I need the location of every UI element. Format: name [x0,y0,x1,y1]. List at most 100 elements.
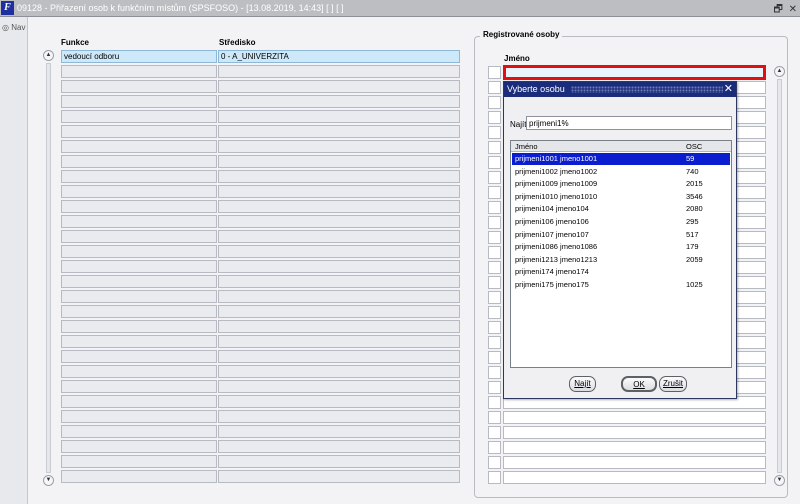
stredisko-cell[interactable] [218,305,460,318]
funkce-cell[interactable] [61,215,217,228]
person-list[interactable]: Jméno OSC prijmeni1001 jmeno1001 59 prijme… [510,140,732,368]
scroll-down-icon[interactable]: ▼ [43,475,54,486]
dialog-title-bar[interactable]: Vyberte osobu ✕ [504,82,736,97]
table-row[interactable] [61,350,460,363]
record-marker[interactable] [488,231,501,244]
table-row[interactable] [61,260,460,273]
table-row[interactable] [61,365,460,378]
ok-button[interactable]: OK [621,376,657,392]
stredisko-cell[interactable] [218,155,460,168]
funkce-cell[interactable] [61,410,217,423]
funkce-cell[interactable] [61,170,217,183]
stredisko-cell[interactable] [218,200,460,213]
funkce-cell[interactable] [61,80,217,93]
list-item[interactable]: prijmeni1009 jmeno1009 2015 [512,178,730,190]
record-marker[interactable] [488,291,501,304]
stredisko-cell[interactable] [218,95,460,108]
record-marker[interactable] [488,81,501,94]
stredisko-cell[interactable] [218,380,460,393]
funkce-cell[interactable] [61,260,217,273]
stredisko-cell[interactable] [218,425,460,438]
table-row[interactable] [61,425,460,438]
record-marker[interactable] [488,261,501,274]
focused-name-field[interactable] [503,65,766,80]
stredisko-cell[interactable] [218,410,460,423]
record-marker[interactable] [488,96,501,109]
table-row[interactable] [61,380,460,393]
record-marker[interactable] [488,321,501,334]
table-row[interactable] [61,245,460,258]
table-row[interactable] [61,230,460,243]
record-marker[interactable] [488,351,501,364]
stredisko-cell[interactable] [218,125,460,138]
stredisko-cell[interactable] [218,440,460,453]
funkce-cell[interactable] [61,305,217,318]
funkce-cell[interactable] [61,185,217,198]
table-row[interactable] [61,395,460,408]
list-item[interactable]: prijmeni174 jmeno174 [512,266,730,278]
record-marker[interactable] [488,276,501,289]
funkce-cell[interactable] [61,335,217,348]
record-marker[interactable] [488,111,501,124]
table-row[interactable] [61,170,460,183]
list-item[interactable]: prijmeni1001 jmeno1001 59 [512,153,730,165]
jmeno-cell[interactable] [503,411,766,424]
stredisko-cell[interactable] [218,395,460,408]
scroll-track[interactable] [46,63,51,473]
funkce-cell[interactable] [61,110,217,123]
stredisko-cell[interactable]: 0 - A_UNIVERZITA [218,50,460,63]
stredisko-cell[interactable] [218,260,460,273]
record-marker[interactable] [488,216,501,229]
list-item[interactable]: prijmeni106 jmeno106 295 [512,216,730,228]
table-row[interactable] [61,275,460,288]
record-marker[interactable] [488,456,501,469]
cancel-button[interactable]: Zrušit [659,376,687,392]
record-marker[interactable] [488,441,501,454]
record-marker[interactable] [488,126,501,139]
record-marker[interactable] [488,186,501,199]
stredisko-cell[interactable] [218,455,460,468]
table-row[interactable]: vedoucí odboru 0 - A_UNIVERZITA [61,50,460,63]
record-marker[interactable] [488,471,501,484]
stredisko-cell[interactable] [218,320,460,333]
table-row[interactable] [61,95,460,108]
scroll-up-icon[interactable]: ▲ [774,66,785,77]
table-row[interactable] [61,110,460,123]
right-grid-scrollbar[interactable]: ▲ ▼ [774,66,785,486]
record-marker[interactable] [488,381,501,394]
record-marker[interactable] [488,426,501,439]
funkce-cell[interactable] [61,230,217,243]
funkce-cell[interactable]: vedoucí odboru [61,50,217,63]
jmeno-cell[interactable] [503,441,766,454]
jmeno-cell[interactable] [503,471,766,484]
table-row[interactable] [61,455,460,468]
stredisko-cell[interactable] [218,80,460,93]
close-icon[interactable]: ✕ [724,82,733,97]
stredisko-cell[interactable] [218,365,460,378]
list-item[interactable]: prijmeni1213 jmeno1213 2059 [512,254,730,266]
stredisko-cell[interactable] [218,185,460,198]
jmeno-cell[interactable] [503,426,766,439]
funkce-cell[interactable] [61,395,217,408]
record-marker[interactable] [488,201,501,214]
table-row[interactable] [61,65,460,78]
funkce-cell[interactable] [61,320,217,333]
table-row[interactable] [61,335,460,348]
stredisko-cell[interactable] [218,65,460,78]
table-row[interactable] [61,125,460,138]
stredisko-cell[interactable] [218,110,460,123]
funkce-cell[interactable] [61,350,217,363]
funkce-cell[interactable] [61,365,217,378]
funkce-cell[interactable] [61,455,217,468]
find-input[interactable] [526,116,732,130]
table-row[interactable] [61,80,460,93]
stredisko-cell[interactable] [218,170,460,183]
left-grid-scrollbar[interactable]: ▲ ▼ [43,50,54,486]
stredisko-cell[interactable] [218,140,460,153]
table-row[interactable] [61,155,460,168]
jmeno-cell[interactable] [503,456,766,469]
stredisko-cell[interactable] [218,470,460,483]
list-item[interactable]: prijmeni1086 jmeno1086 179 [512,241,730,253]
record-marker[interactable] [488,66,501,79]
table-row[interactable] [61,305,460,318]
